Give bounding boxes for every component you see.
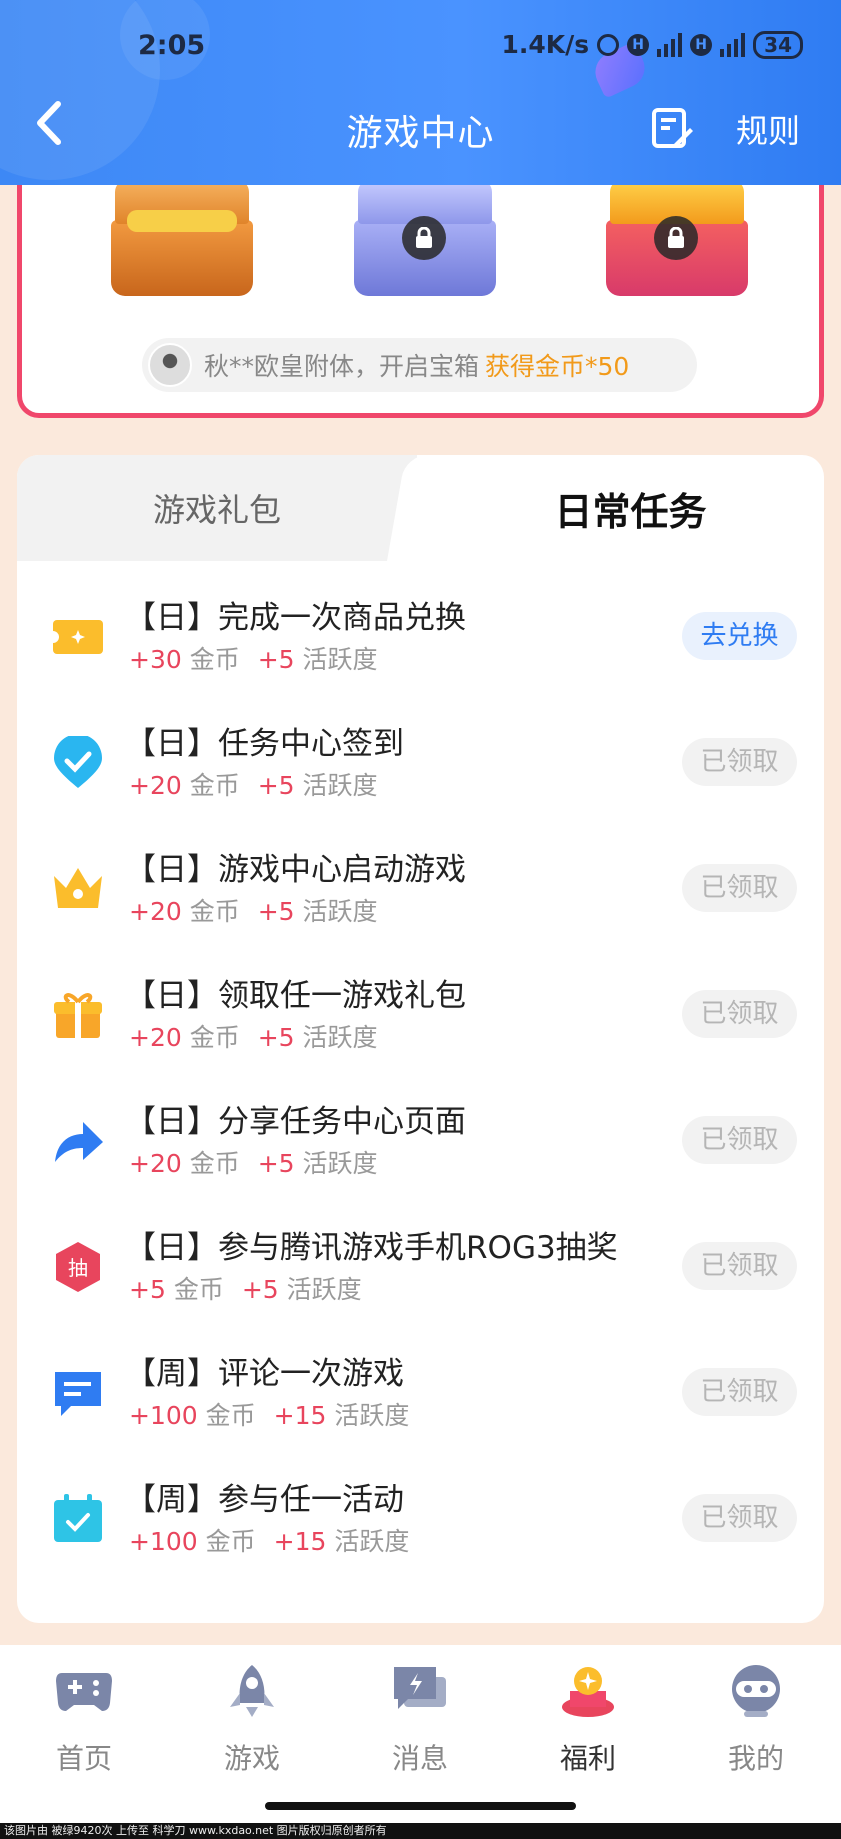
signal-5g-icon [657, 32, 683, 57]
checkin-icon [54, 736, 102, 788]
page-title: 游戏中心 [346, 113, 495, 154]
home-indicator[interactable] [265, 1802, 576, 1810]
claimed-button[interactable]: 已领取 [682, 1494, 797, 1542]
claimed-button[interactable]: 已领取 [682, 1242, 797, 1290]
avatar [148, 343, 192, 387]
task-title: 【日】游戏中心启动游戏 [125, 852, 466, 888]
tab-daily-tasks[interactable]: 日常任务 [437, 481, 824, 536]
claimed-button[interactable]: 已领取 [682, 1116, 797, 1164]
task-reward: +30 金币 +5 活跃度 [129, 645, 378, 674]
task-panel: 游戏礼包 日常任务 【日】完成一次商品兑换 +30 金币 +5 活跃度 去兑换 【… [17, 455, 824, 1623]
task-reward: +20 金币 +5 活跃度 [129, 1023, 378, 1052]
welfare-icon [562, 1667, 614, 1717]
hd-badge-icon: H [627, 33, 650, 56]
nav-label: 我的 [727, 1742, 784, 1775]
task-row: 【日】分享任务中心页面 +20 金币 +5 活跃度 已领取 [17, 1074, 824, 1200]
nav-label: 消息 [391, 1742, 448, 1775]
watermark: 该图片由 被绿9420次 上传至 科学刀 www.kxdao.net 图片版权归… [0, 1823, 841, 1839]
task-row: 【日】游戏中心启动游戏 +20 金币 +5 活跃度 已领取 [17, 822, 824, 948]
gift-icon [54, 993, 102, 1038]
task-row: 【周】评论一次游戏 +100 金币 +15 活跃度 已领取 [17, 1326, 824, 1452]
task-reward: +20 金币 +5 活跃度 [129, 1149, 378, 1178]
task-row: 【日】完成一次商品兑换 +30 金币 +5 活跃度 去兑换 [17, 570, 824, 696]
status-indicators: 1.4K/s H H 34 [501, 30, 803, 59]
task-title: 【日】完成一次商品兑换 [125, 600, 466, 636]
nav-welfare[interactable]: 福利 [528, 1663, 648, 1777]
gamepad-icon [56, 1673, 112, 1711]
rocket-icon [230, 1665, 274, 1717]
claimed-button[interactable]: 已领取 [682, 738, 797, 786]
redeem-button[interactable]: 去兑换 [682, 612, 797, 660]
nav-games[interactable]: 游戏 [192, 1663, 312, 1777]
task-reward: +100 金币 +15 活跃度 [129, 1401, 410, 1430]
ticket-icon [51, 620, 103, 654]
task-reward: +5 金币 +5 活跃度 [129, 1275, 362, 1304]
edit-note-icon[interactable] [650, 106, 694, 150]
claimed-button[interactable]: 已领取 [682, 864, 797, 912]
nav-messages[interactable]: 消息 [360, 1663, 480, 1777]
signal-4g-icon [720, 32, 746, 57]
nav-label: 福利 [559, 1742, 616, 1775]
task-row: 抽 【日】参与腾讯游戏手机ROG3抽奖 +5 金币 +5 活跃度 已领取 [17, 1200, 824, 1326]
task-row: 【日】任务中心签到 +20 金币 +5 活跃度 已领取 [17, 696, 824, 822]
task-row: 【日】领取任一游戏礼包 +20 金币 +5 活跃度 已领取 [17, 948, 824, 1074]
claimed-button[interactable]: 已领取 [682, 1368, 797, 1416]
profile-icon [732, 1665, 780, 1717]
alarm-icon [597, 33, 620, 56]
battery-icon: 34 [753, 30, 803, 59]
task-title: 【日】任务中心签到 [125, 726, 404, 762]
nav-profile[interactable]: 我的 [696, 1663, 816, 1777]
app-header: 2:05 1.4K/s H H 34 游戏中心 规则 [0, 0, 841, 185]
crown-icon [54, 868, 102, 908]
nav-label: 游戏 [223, 1742, 280, 1775]
task-reward: +20 金币 +5 活跃度 [129, 771, 378, 800]
ticker-text: 秋**欧皇附体，开启宝箱 [204, 352, 480, 381]
lottery-icon: 抽 [56, 1242, 100, 1292]
share-icon [55, 1122, 103, 1162]
task-reward: +100 金币 +15 活跃度 [129, 1527, 410, 1556]
ticker-highlight: 获得金币*50 [485, 352, 630, 381]
task-title: 【周】评论一次游戏 [125, 1356, 404, 1392]
task-title: 【日】参与腾讯游戏手机ROG3抽奖 [125, 1230, 618, 1266]
calendar-icon [54, 1494, 102, 1542]
rules-button[interactable]: 规则 [736, 106, 800, 152]
winner-ticker: 秋**欧皇附体，开启宝箱 获得金币*50 [142, 338, 697, 392]
open-chest-icon[interactable] [107, 180, 257, 300]
net-speed: 1.4K/s [501, 30, 590, 59]
lock-icon [402, 216, 446, 260]
task-title: 【日】分享任务中心页面 [125, 1104, 466, 1140]
comment-icon [55, 1372, 101, 1416]
nav-home[interactable]: 首页 [24, 1663, 144, 1777]
locked-chest-blue-icon[interactable] [350, 180, 500, 300]
task-row: 【周】参与任一活动 +100 金币 +15 活跃度 已领取 [17, 1452, 824, 1578]
task-title: 【日】领取任一游戏礼包 [125, 978, 466, 1014]
task-title: 【周】参与任一活动 [125, 1482, 404, 1518]
locked-chest-gold-icon[interactable] [602, 180, 752, 300]
lock-icon [654, 216, 698, 260]
hd-badge-icon: H [690, 33, 713, 56]
svg-text:抽: 抽 [68, 1256, 88, 1280]
claimed-button[interactable]: 已领取 [682, 990, 797, 1038]
tab-game-gift-label[interactable]: 游戏礼包 [17, 485, 417, 531]
task-reward: +20 金币 +5 活跃度 [129, 897, 378, 926]
status-time: 2:05 [138, 30, 206, 61]
message-icon [394, 1667, 446, 1709]
nav-label: 首页 [55, 1742, 112, 1775]
